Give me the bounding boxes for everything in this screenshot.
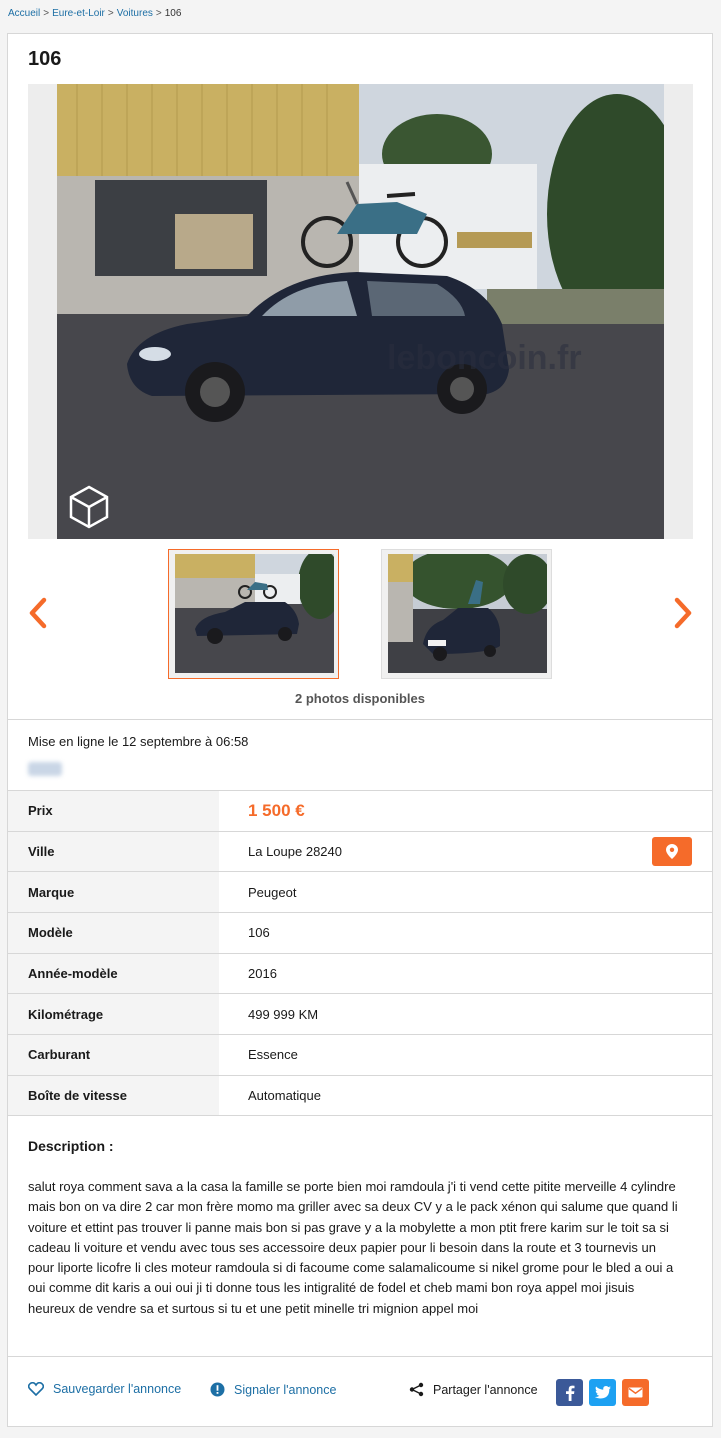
save-listing-label: Sauvegarder l'annonce: [53, 1382, 182, 1396]
attr-row-gearbox: Boîte de vitesse Automatique: [8, 1074, 712, 1116]
thumbnail-1[interactable]: [168, 549, 339, 679]
listing-card: 106 leboncoin.fr 2 photos disponibles Mi…: [7, 33, 713, 1427]
main-photo-watermark: leboncoin.fr: [387, 339, 582, 377]
attr-row-mileage: Kilométrage 499 999 KM: [8, 993, 712, 1035]
city-value: La Loupe 28240: [248, 844, 342, 860]
alert-icon: [210, 1382, 225, 1397]
email-icon: [628, 1387, 643, 1398]
main-photo[interactable]: leboncoin.fr: [57, 84, 664, 539]
breadcrumb-home-link[interactable]: Accueil: [8, 8, 40, 19]
mileage-value: 499 999 KM: [248, 1006, 319, 1022]
posted-date: Mise en ligne le 12 septembre à 06:58: [28, 734, 249, 749]
breadcrumb-category-link[interactable]: Voitures: [117, 8, 153, 19]
save-listing-button[interactable]: Sauvegarder l'annonce: [28, 1382, 181, 1396]
attr-label: Kilométrage: [8, 994, 219, 1035]
email-share-button[interactable]: [622, 1379, 649, 1406]
thumbnail-2[interactable]: [381, 549, 552, 679]
description-text: salut roya comment sava a la casa la fam…: [28, 1179, 678, 1316]
attr-label: Année-modèle: [8, 953, 219, 994]
attr-row-year: Année-modèle 2016: [8, 952, 712, 994]
location-pin-icon: [666, 843, 678, 859]
lbc-logo-icon: [69, 485, 109, 529]
breadcrumb-separator: >: [43, 8, 50, 19]
divider: [8, 719, 712, 720]
breadcrumb-current: 106: [164, 8, 182, 19]
share-icon: [409, 1382, 424, 1397]
facebook-icon: [565, 1385, 574, 1401]
blurred-tag: [28, 762, 62, 776]
model-value: 106: [248, 925, 270, 941]
photo-count: 2 photos disponibles: [294, 691, 425, 706]
attr-row-city: Ville La Loupe 28240: [8, 830, 712, 872]
report-listing-button[interactable]: Signaler l'annonce: [210, 1382, 336, 1397]
description-title: Description :: [28, 1138, 114, 1154]
breadcrumb-region-link[interactable]: Eure-et-Loir: [52, 8, 105, 19]
map-button[interactable]: [652, 836, 692, 866]
facebook-share-button[interactable]: [556, 1379, 583, 1406]
divider: [8, 1356, 712, 1357]
attr-row-price: Prix 1 500 €: [8, 790, 712, 831]
price-value: 1 500 €: [248, 800, 305, 820]
year-value: 2016: [248, 966, 277, 982]
gearbox-value: Automatique: [248, 1087, 321, 1103]
report-listing-label: Signaler l'annonce: [234, 1382, 337, 1397]
twitter-icon: [594, 1386, 611, 1399]
attr-label: Boîte de vitesse: [8, 1075, 219, 1115]
share-listing-label: Partager l'annonce: [433, 1382, 538, 1397]
attr-label: Ville: [8, 831, 219, 872]
attr-row-fuel: Carburant Essence: [8, 1034, 712, 1075]
chevron-right-icon[interactable]: [672, 597, 694, 629]
heart-icon: [28, 1382, 44, 1396]
attr-label: Carburant: [8, 1035, 219, 1075]
brand-value: Peugeot: [248, 884, 297, 900]
main-photo-frame: leboncoin.fr: [28, 84, 693, 539]
attr-row-model: Modèle 106: [8, 912, 712, 953]
chevron-left-icon[interactable]: [27, 597, 49, 629]
share-listing: Partager l'annonce: [409, 1382, 538, 1397]
attr-label: Marque: [8, 872, 219, 913]
attr-label: Modèle: [8, 913, 219, 953]
fuel-value: Essence: [248, 1047, 298, 1063]
listing-title: 106: [28, 48, 62, 70]
attr-label: Prix: [8, 791, 219, 831]
breadcrumb-separator: >: [155, 8, 162, 19]
attributes-table: Prix 1 500 € Ville La Loupe 28240 Marque…: [8, 790, 712, 1116]
attr-row-brand: Marque Peugeot: [8, 871, 712, 913]
twitter-share-button[interactable]: [589, 1379, 616, 1406]
breadcrumb: Accueil > Eure-et-Loir > Voitures >106: [8, 8, 181, 19]
breadcrumb-separator: >: [107, 8, 114, 19]
